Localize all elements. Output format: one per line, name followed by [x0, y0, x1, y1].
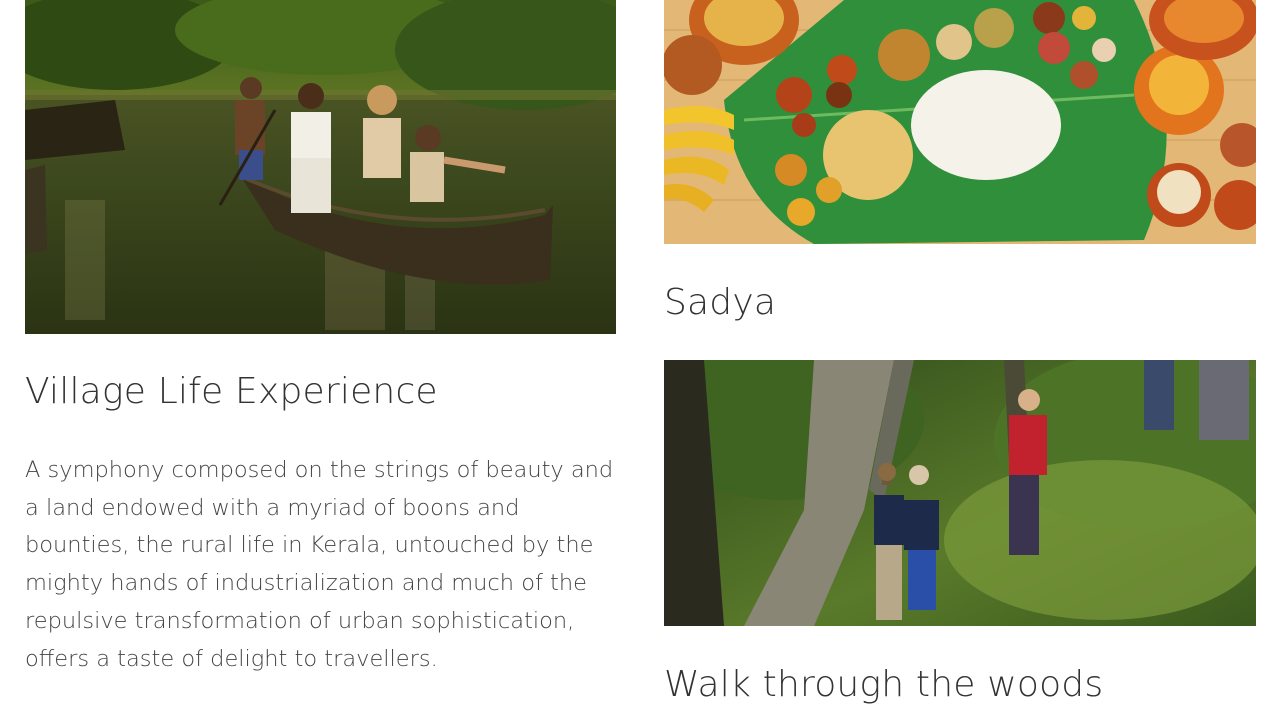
walk-woods-image	[664, 360, 1256, 626]
village-boat-image	[25, 0, 616, 334]
sadya-title[interactable]: Sadya	[664, 279, 776, 327]
sadya-meal-image	[664, 0, 1256, 244]
village-life-description: A symphony composed on the strings of be…	[25, 457, 614, 672]
page: Village Life Experience A symphony compo…	[0, 0, 1280, 719]
sadya-photo[interactable]	[664, 0, 1256, 244]
village-life-title[interactable]: Village Life Experience	[25, 368, 438, 416]
village-life-photo[interactable]	[25, 0, 616, 334]
walk-woods-title[interactable]: Walk through the woods	[664, 661, 1103, 709]
walk-woods-photo[interactable]	[664, 360, 1256, 626]
